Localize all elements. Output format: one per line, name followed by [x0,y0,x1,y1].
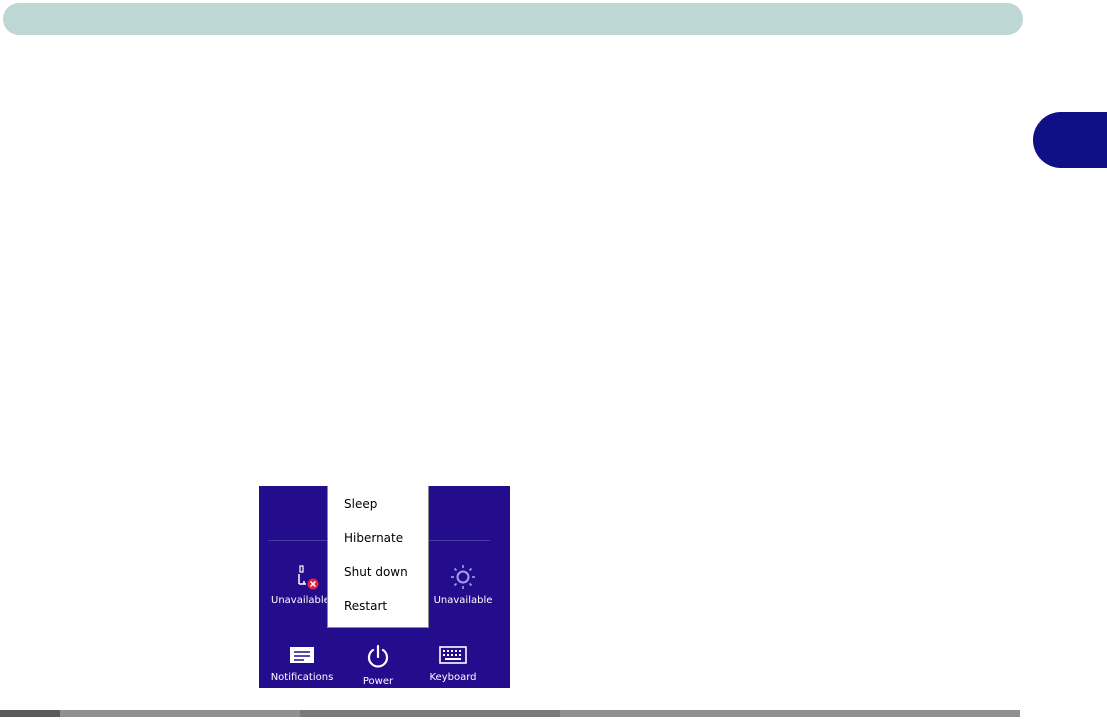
keyboard-tile[interactable]: Keyboard [423,646,483,683]
menu-item-hibernate[interactable]: Hibernate [344,531,403,545]
power-icon [367,644,389,668]
brightness-icon [451,565,475,589]
keyboard-icon [439,646,467,664]
menu-item-restart[interactable]: Restart [344,599,387,613]
chapter-tab [1033,112,1107,168]
brightness-tile-label: Unavailable [433,595,493,606]
notifications-tile[interactable]: Notifications [267,646,337,683]
page-footer-line [0,710,1020,717]
menu-item-shut-down[interactable]: Shut down [344,565,408,579]
power-options-menu: Sleep Hibernate Shut down Restart [327,486,429,628]
network-unavailable-icon [298,565,319,590]
menu-item-sleep[interactable]: Sleep [344,497,377,511]
power-tile-label: Power [362,676,394,687]
footer-segment [300,710,560,717]
keyboard-tile-label: Keyboard [429,672,477,683]
power-tile[interactable]: Power [351,644,405,687]
brightness-tile[interactable]: Unavailable [423,564,503,606]
notifications-tile-label: Notifications [270,672,334,683]
footer-segment [0,710,60,717]
page-header-bar [3,3,1023,35]
notifications-icon [290,647,314,663]
